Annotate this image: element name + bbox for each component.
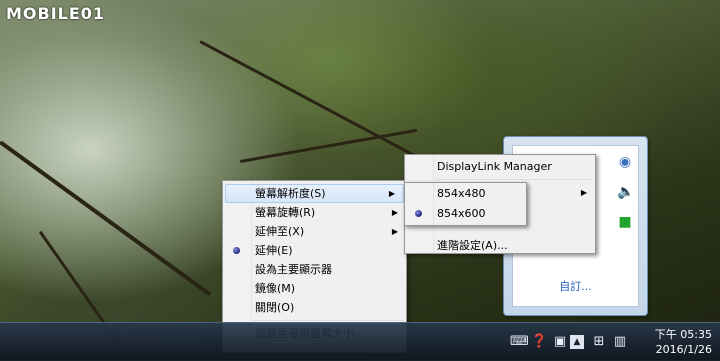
windows-flag-icon[interactable]: ⊞ bbox=[591, 334, 607, 350]
chat-icon[interactable]: ■ bbox=[617, 214, 633, 230]
context-menu-item[interactable]: 鏡像(M) bbox=[223, 279, 406, 298]
advanced-settings-label: 進階設定(A)... bbox=[437, 239, 508, 252]
clock-date: 2016/1/26 bbox=[655, 343, 712, 356]
context-menu-item[interactable]: 延伸至(X) ▶ bbox=[223, 222, 406, 241]
context-menu-item[interactable]: 設為主要顯示器 bbox=[223, 260, 406, 279]
system-clock[interactable]: 下午 05:35 2016/1/26 bbox=[655, 327, 712, 357]
submenu-arrow-icon: ▶ bbox=[391, 208, 398, 217]
resolution-submenu: 854x480 854x600 bbox=[404, 182, 527, 226]
menu-separator bbox=[435, 179, 593, 180]
context-menu-item-label: 螢幕解析度(S) bbox=[255, 187, 326, 200]
radio-bullet-icon bbox=[233, 247, 240, 254]
context-menu-item-label: 鏡像(M) bbox=[255, 282, 296, 295]
context-menu-item[interactable]: 螢幕解析度(S) ▶ bbox=[225, 184, 404, 203]
context-menu-item-label: 延伸(E) bbox=[255, 244, 293, 257]
submenu-arrow-icon: ▶ bbox=[391, 227, 398, 236]
context-menu-item-label: 關閉(O) bbox=[255, 301, 295, 314]
menu-separator bbox=[253, 320, 404, 321]
clock-time: 下午 05:35 bbox=[654, 328, 712, 341]
displaylink-manager-item[interactable]: DisplayLink Manager bbox=[405, 157, 595, 176]
show-hidden-icons-button[interactable]: ▲ bbox=[570, 335, 584, 349]
watermark-logo: MOBILE01 bbox=[6, 4, 106, 23]
submenu-arrow-icon: ▶ bbox=[388, 189, 395, 198]
resolution-option[interactable]: 854x600 bbox=[405, 204, 526, 224]
context-menu-item-label: 設為主要顯示器 bbox=[255, 263, 332, 276]
speaker-icon[interactable]: 🔈 bbox=[617, 184, 634, 200]
globe-icon[interactable]: ◉ bbox=[617, 154, 633, 170]
context-menu-item[interactable]: 關閉(O) bbox=[223, 298, 406, 317]
resolution-items: 854x480 854x600 bbox=[405, 183, 526, 224]
keyboard-icon[interactable]: ⌨ bbox=[510, 334, 529, 350]
context-menu-item[interactable]: 螢幕旋轉(R) ▶ bbox=[223, 203, 406, 222]
context-menu-items: 螢幕解析度(S) ▶ 螢幕旋轉(R) ▶ 延伸至(X) ▶ 延伸(E) 設為主要顯示器 鏡像(M… bbox=[223, 181, 406, 343]
resolution-option[interactable]: 854x480 bbox=[405, 184, 526, 204]
displaylink-manager-label: DisplayLink Manager bbox=[437, 160, 552, 173]
context-menu-item-label: 螢幕旋轉(R) bbox=[255, 206, 316, 219]
network-icon[interactable]: ▥ bbox=[612, 334, 628, 350]
radio-bullet-icon bbox=[415, 210, 422, 217]
advanced-settings-item[interactable]: 進階設定(A)... bbox=[405, 236, 595, 255]
display-icon[interactable]: ▣ bbox=[552, 334, 568, 350]
submenu-arrow-icon: ▶ bbox=[580, 188, 587, 197]
resolution-option-label: 854x480 bbox=[437, 187, 486, 200]
resolution-option-label: 854x600 bbox=[437, 207, 486, 220]
context-menu-item[interactable]: 延伸(E) bbox=[223, 241, 406, 260]
customize-link[interactable]: 自訂... bbox=[513, 278, 638, 294]
taskbar: ⌨ ❓ ▣ ▲ ⊞ ▥ 下午 05:35 2016/1/26 bbox=[0, 322, 720, 361]
context-menu-item-label: 延伸至(X) bbox=[255, 225, 305, 238]
help-icon[interactable]: ❓ bbox=[531, 334, 547, 350]
